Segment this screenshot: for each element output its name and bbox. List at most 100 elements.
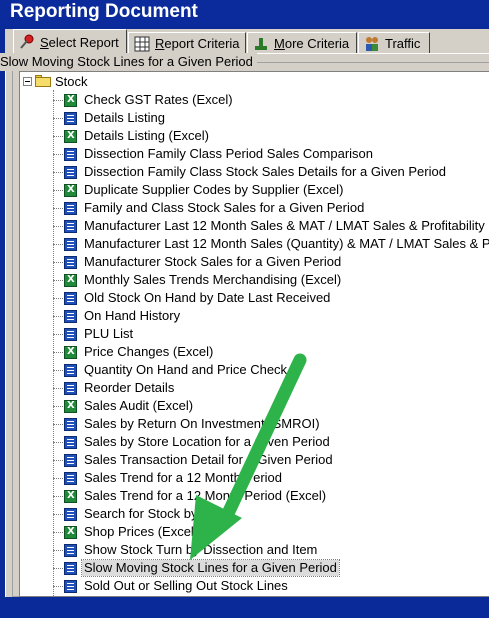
tree-item[interactable]: Sales Transaction Detail for a Given Per…: [53, 451, 335, 469]
tree-item[interactable]: Dissection Family Class Period Sales Com…: [53, 145, 375, 163]
report-icon: [64, 381, 77, 395]
tree-item-label: Sales by Return On Investment (SMROI): [84, 416, 320, 431]
excel-report-icon: [64, 183, 77, 197]
tree-connector: [53, 441, 63, 443]
tab-label-select-report: elect Report: [48, 34, 119, 50]
report-icon: [64, 147, 77, 161]
tab-mnemonic: M: [274, 36, 285, 51]
tab-label-report-criteria: eport Criteria: [164, 36, 240, 51]
report-icon: [64, 417, 77, 431]
report-icon: [64, 219, 77, 233]
report-icon: [64, 543, 77, 557]
report-icon: [64, 309, 77, 323]
tree-item-label: Dissection Family Class Period Sales Com…: [84, 146, 373, 161]
tree-connector: [53, 243, 63, 245]
tree-item[interactable]: Price Changes (Excel): [53, 343, 215, 361]
excel-report-icon: [64, 273, 77, 287]
tree-item-label: Shop Prices (Excel): [84, 524, 199, 539]
tree-connector: [53, 585, 63, 587]
tree-item[interactable]: Search for Stock by Code: [53, 505, 234, 523]
tree-item[interactable]: Sales by Return On Investment (SMROI): [53, 415, 322, 433]
tree-item[interactable]: Shop Prices (Excel): [53, 523, 200, 541]
tree-item-label: Dissection Family Class Stock Sales Deta…: [84, 164, 446, 179]
tree-item[interactable]: Sold Out or Selling Out Stock Lines: [53, 577, 290, 595]
tree-item[interactable]: Check GST Rates (Excel): [53, 91, 235, 109]
tree-item[interactable]: Slow Moving Stock Lines for a Given Peri…: [53, 559, 340, 577]
tree-item[interactable]: Sales Audit (Excel): [53, 397, 195, 415]
tree-item[interactable]: Old Stock On Hand by Date Last Received: [53, 289, 332, 307]
tree-item-label: PLU List: [84, 326, 134, 341]
tree-item[interactable]: Monthly Sales Trends Merchandising (Exce…: [53, 271, 343, 289]
tree-connector: [53, 207, 63, 209]
report-tree[interactable]: Stock Check GST Rates (Excel) Details Lis…: [19, 71, 489, 597]
tree-item-label: Sales Transaction Detail for a Given Per…: [84, 452, 333, 467]
report-icon: [64, 561, 77, 575]
group-caption: Slow Moving Stock Lines for a Given Peri…: [0, 53, 257, 71]
tree-connector: [53, 351, 63, 353]
tree-item[interactable]: Manufacturer Last 12 Month Sales (Quanti…: [53, 235, 489, 253]
tree-item-label: Show Stock Turn by Dissection and Item: [84, 542, 318, 557]
tree-connector: [53, 315, 63, 317]
tab-report-criteria[interactable]: Report Criteria: [128, 32, 246, 54]
tree-connector: [53, 153, 63, 155]
tree-item-label: Monthly Sales Trends Merchandising (Exce…: [84, 272, 342, 287]
tree-item-label: Details Listing: [84, 110, 165, 125]
tree-item-label: Sales Trend for a 12 Month Period (Excel…: [84, 488, 327, 503]
tree-connector: [53, 189, 63, 191]
tree-item-label: Sales by Store Location for a Given Peri…: [84, 434, 330, 449]
report-icon: [64, 435, 77, 449]
tree-item[interactable]: Details Listing: [53, 109, 167, 127]
tree-item-label: Manufacturer Stock Sales for a Given Per…: [84, 254, 342, 269]
tree-item[interactable]: Sales Trend for a 12 Month Period: [53, 469, 284, 487]
tree-item[interactable]: Details Listing (Excel): [53, 127, 211, 145]
tree-connector: [53, 423, 63, 425]
tree-item[interactable]: Manufacturer Stock Sales for a Given Per…: [53, 253, 343, 271]
tree-item-label: Duplicate Supplier Codes by Supplier (Ex…: [84, 182, 344, 197]
tree-item[interactable]: Reorder Details: [53, 379, 176, 397]
tree-item[interactable]: Manufacturer Last 12 Month Sales & MAT /…: [53, 217, 487, 235]
report-icon: [64, 165, 77, 179]
window-title: Reporting Document: [10, 1, 198, 22]
tree-item-label: Check GST Rates (Excel): [84, 92, 233, 107]
report-icon: [64, 363, 77, 377]
tree-item-label: Family and Class Stock Sales for a Given…: [84, 200, 365, 215]
tree-item[interactable]: Family and Class Stock Sales for a Given…: [53, 199, 366, 217]
tree-item[interactable]: Duplicate Supplier Codes by Supplier (Ex…: [53, 181, 345, 199]
title-bar: Reporting Document: [0, 0, 489, 26]
tree-item[interactable]: PLU List: [53, 325, 135, 343]
report-icon: [64, 111, 77, 125]
tree-node-stock[interactable]: Stock: [23, 72, 88, 90]
report-icon: [64, 237, 77, 251]
tree-connector: [53, 135, 63, 137]
tree-item-label: Quantity On Hand and Price Check: [84, 362, 288, 377]
tree-item[interactable]: Sales Trend for a 12 Month Period (Excel…: [53, 487, 328, 505]
tab-traffic[interactable]: Traffic: [358, 32, 430, 54]
tree-connector: [53, 171, 63, 173]
report-icon: [64, 453, 77, 467]
tab-select-report[interactable]: Select Report: [13, 29, 127, 54]
tree-item-label: Slow Moving Stock Lines for a Given Peri…: [81, 559, 340, 577]
excel-report-icon: [64, 129, 77, 143]
tree-connector: [53, 405, 63, 407]
tree-item[interactable]: Quantity On Hand and Price Check: [53, 361, 289, 379]
tab-label-traffic: Traffic: [385, 36, 421, 51]
tree-item[interactable]: Dissection Family Class Stock Sales Deta…: [53, 163, 448, 181]
tree-connector: [53, 531, 63, 533]
tree-item-label: Search for Stock by Code: [84, 506, 233, 521]
report-icon: [64, 471, 77, 485]
collapse-icon[interactable]: [23, 76, 32, 86]
tree-item[interactable]: On Hand History: [53, 307, 182, 325]
grid-icon: [134, 36, 150, 52]
report-icon: [64, 255, 77, 269]
tab-more-criteria[interactable]: More Criteria: [247, 32, 357, 54]
tree-item-label: Manufacturer Last 12 Month Sales & MAT /…: [84, 218, 485, 233]
status-strip: [0, 597, 489, 618]
tree-node-stock-label: Stock: [55, 73, 88, 89]
report-icon: [64, 327, 77, 341]
report-icon: [64, 507, 77, 521]
tree-item-label: Sold Out or Selling Out Stock Lines: [84, 578, 288, 593]
tree-item[interactable]: Show Stock Turn by Dissection and Item: [53, 541, 319, 559]
excel-report-icon: [64, 345, 77, 359]
tree-item-label: Price Changes (Excel): [84, 344, 214, 359]
tree-item[interactable]: Sales by Store Location for a Given Peri…: [53, 433, 332, 451]
